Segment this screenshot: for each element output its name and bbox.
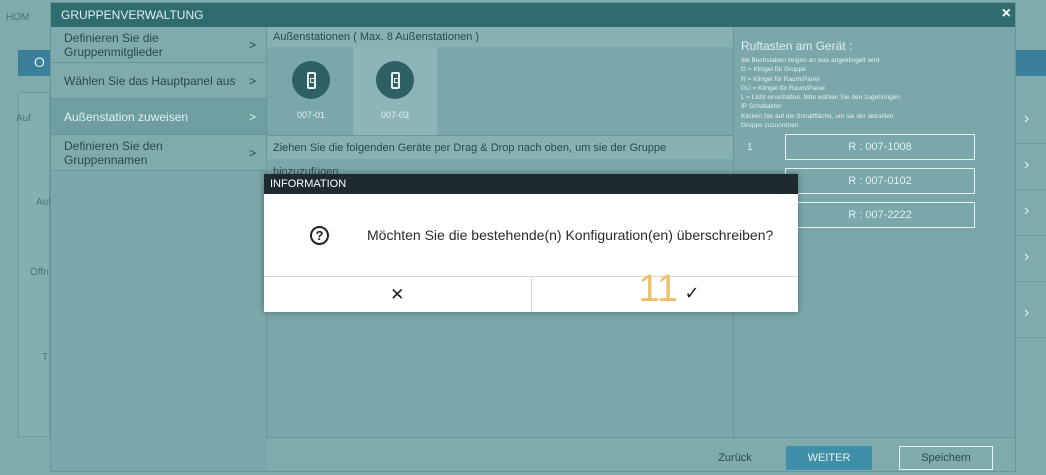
dialog-actions: ✕ 11 ✓ <box>264 268 798 312</box>
close-icon: ✕ <box>390 284 405 304</box>
question-icon: ? <box>310 225 329 245</box>
description-line: Klicken Sie auf die Schaltfläche, um sie… <box>741 112 894 120</box>
information-dialog: INFORMATION ? Möchten Sie die bestehende… <box>264 174 798 312</box>
chevron-right-icon: › <box>1024 110 1030 127</box>
nav-item-label: Wählen Sie das Hauptpanel aus <box>64 73 236 88</box>
description-line: die Buchstaben zeigen an was angeklingel… <box>741 57 880 64</box>
stations-title: Außenstationen ( Max. 8 Außenstationen ) <box>267 27 733 47</box>
background-row[interactable]: › <box>1014 294 1046 338</box>
window-title: GRUPPENVERWALTUNG <box>61 8 204 22</box>
checkmark-icon: ✓ <box>684 283 700 303</box>
chevron-right-icon: › <box>1024 202 1030 219</box>
chevron-right-icon: > <box>248 37 256 52</box>
background-side-label: Öffn <box>30 267 49 278</box>
background-row[interactable]: › <box>1014 146 1046 190</box>
description-line: G = Klingel für Gruppe <box>741 66 806 74</box>
save-button[interactable]: Speichern <box>899 446 993 470</box>
nav-item-group-name[interactable]: Definieren Sie den Gruppennamen > <box>51 135 266 171</box>
dialog-title: INFORMATION <box>264 174 798 194</box>
wizard-steps-nav: Definieren Sie die Gruppenmitglieder > W… <box>51 27 266 172</box>
background-title: O <box>34 54 45 70</box>
back-button[interactable]: Zurück <box>704 446 766 470</box>
nav-item-label: Definieren Sie die Gruppenmitglieder <box>64 30 163 59</box>
chevron-right-icon: › <box>1024 248 1030 265</box>
background-row[interactable]: › <box>1014 238 1046 282</box>
door-station-icon <box>292 61 330 99</box>
background-row[interactable]: › <box>1014 100 1046 144</box>
background-left-panel <box>18 92 50 437</box>
close-icon[interactable]: × <box>1002 5 1011 23</box>
nav-item-assign-outdoor-station[interactable]: Außenstation zuweisen > <box>51 99 266 135</box>
station-item[interactable]: 007-03 <box>353 47 437 135</box>
call-button-number: 1 <box>747 141 753 153</box>
call-button[interactable]: R : 007-1008 <box>785 134 975 161</box>
window-title-bar: GRUPPENVERWALTUNG <box>51 3 1015 27</box>
next-button[interactable]: WEITER <box>786 446 872 470</box>
background-side-label: T <box>42 352 49 363</box>
station-label: 007-01 <box>296 110 326 120</box>
dialog-body: ? Möchten Sie die bestehende(n) Konfigur… <box>264 194 798 276</box>
background-right-column: › › › › › <box>1014 76 1046 436</box>
description-line: GU = Klingel für Raum/Panel <box>741 84 825 92</box>
door-station-icon <box>376 61 414 99</box>
call-buttons-title: Ruftasten am Gerät : <box>741 39 853 53</box>
dialog-message: Möchten Sie die bestehende(n) Konfigurat… <box>367 227 774 243</box>
chevron-right-icon: > <box>248 73 256 88</box>
background-row[interactable]: › <box>1014 192 1046 236</box>
nav-item-main-panel[interactable]: Wählen Sie das Hauptpanel aus > <box>51 63 266 99</box>
nav-item-define-members[interactable]: Definieren Sie die Gruppenmitglieder > <box>51 27 266 63</box>
description-line: IP Schaltaktor <box>741 103 782 111</box>
station-label: 007-03 <box>380 110 410 120</box>
confirm-button[interactable]: 11 ✓ <box>531 268 798 312</box>
description-line: R = Klingel für Raum/Panel <box>741 75 820 83</box>
call-button-row: 1 R : 007-1008 <box>741 132 1007 162</box>
cancel-button[interactable]: ✕ <box>264 277 532 312</box>
wizard-footer: Zurück WEITER Speichern <box>266 437 1015 471</box>
chevron-right-icon: › <box>1024 304 1030 321</box>
call-button[interactable]: R : 007-0102 <box>785 168 975 195</box>
nav-item-label: Definieren Sie den Gruppennamen <box>64 138 163 167</box>
chevron-right-icon: > <box>248 109 256 124</box>
overlay-number: 11 <box>638 268 678 310</box>
description-line: Gruppe zuzuordnen <box>741 122 799 130</box>
station-item[interactable]: 007-01 <box>269 47 353 135</box>
home-label: HOM <box>6 12 30 23</box>
chevron-right-icon: › <box>1024 156 1030 173</box>
station-list: 007-01 007-03 <box>267 47 733 135</box>
description-line: L = Licht einschalten, bitte wählen Sie … <box>741 94 900 102</box>
background-side-label: Auf <box>36 197 52 208</box>
call-buttons-description: die Buchstaben zeigen an was angeklingel… <box>741 56 1007 130</box>
chevron-right-icon: > <box>248 145 256 160</box>
drag-drop-hint: Ziehen Sie die folgenden Geräte per Drag… <box>267 135 733 178</box>
background-side-label: Auf <box>16 113 32 124</box>
call-button[interactable]: R : 007-2222 <box>785 202 975 229</box>
nav-item-label: Außenstation zuweisen <box>64 109 189 124</box>
